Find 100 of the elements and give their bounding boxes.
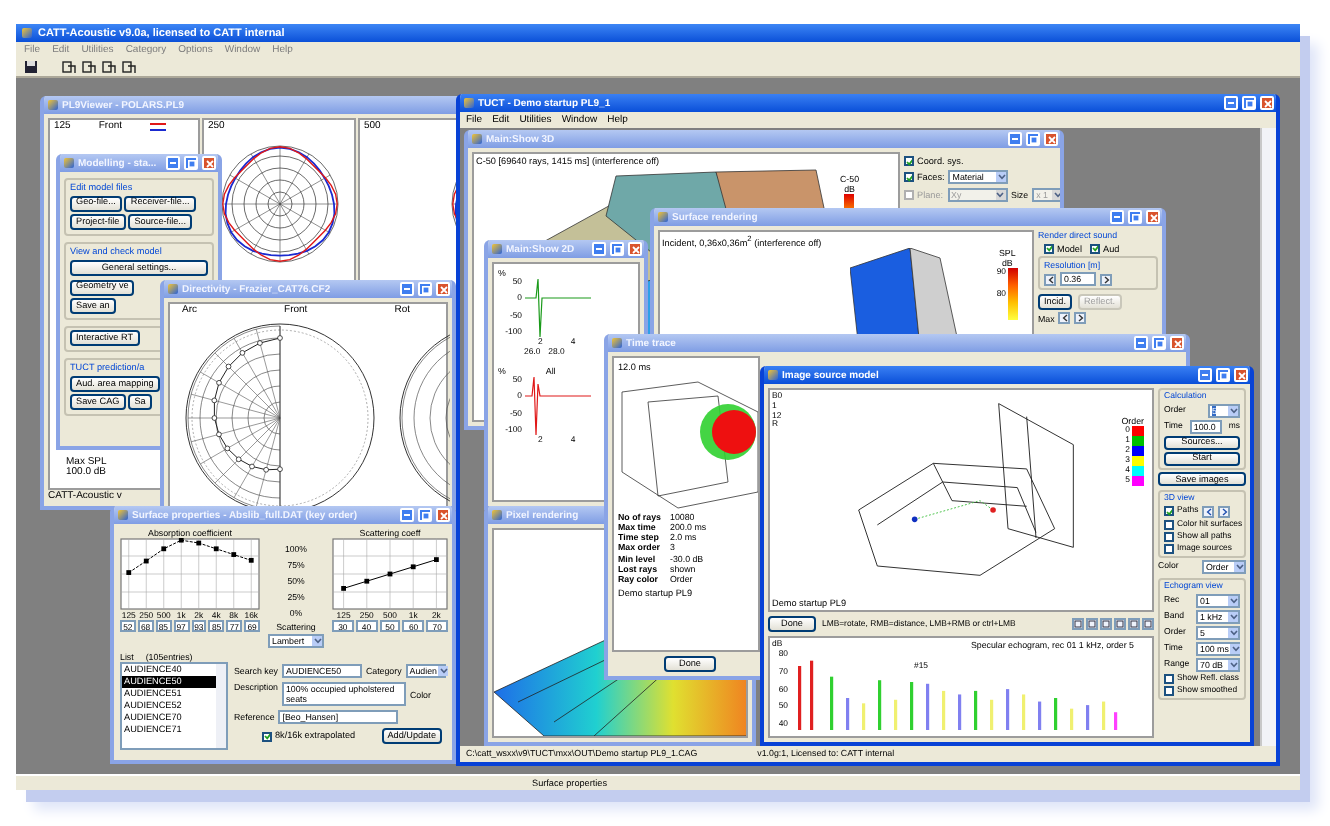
caret-icon — [1229, 629, 1237, 636]
maximize-button[interactable] — [1242, 96, 1256, 110]
square-icon — [1102, 620, 1110, 628]
data-point — [364, 578, 370, 584]
maximize-button[interactable] — [1216, 368, 1230, 382]
close-button[interactable] — [436, 508, 450, 522]
caret-icon — [1053, 192, 1060, 199]
close-icon — [1047, 135, 1055, 143]
checkmark-icon — [1166, 507, 1172, 516]
caret-icon — [1229, 661, 1237, 668]
caret-icon — [1229, 597, 1237, 604]
toolbar-icon[interactable] — [62, 60, 76, 74]
maximize-button[interactable] — [1026, 132, 1040, 146]
close-button[interactable] — [202, 156, 216, 170]
maximize-button[interactable] — [1152, 336, 1166, 350]
checkbox[interactable] — [262, 731, 272, 742]
square-icon — [1088, 620, 1096, 628]
maximize-button[interactable] — [418, 282, 432, 296]
maximize-icon — [187, 159, 195, 167]
toolbar-icon[interactable] — [82, 60, 96, 74]
checkbox[interactable] — [1164, 531, 1174, 542]
checkbox[interactable] — [1164, 543, 1174, 554]
increase-button[interactable] — [1100, 273, 1112, 286]
maximize-button[interactable] — [418, 508, 432, 522]
checkmark-icon — [1046, 244, 1052, 253]
chevron-right-icon — [1221, 507, 1228, 516]
checkbox[interactable] — [1164, 673, 1174, 684]
data-point — [143, 558, 149, 564]
minimize-button[interactable] — [400, 508, 414, 522]
app-icon — [22, 28, 32, 38]
toolbar-icon[interactable] — [122, 60, 136, 74]
square-icon — [1130, 620, 1138, 628]
minimize-button[interactable] — [1134, 336, 1148, 350]
close-button[interactable] — [1146, 210, 1160, 224]
square-icon — [1116, 620, 1124, 628]
maximize-button[interactable] — [1128, 210, 1142, 224]
decrease-button[interactable] — [1044, 273, 1056, 286]
caret-icon — [1229, 613, 1237, 620]
window-icon — [658, 212, 668, 222]
chevron-left-icon — [1205, 507, 1212, 516]
next-button[interactable] — [1218, 505, 1231, 518]
square-icon — [1074, 620, 1082, 628]
scrollbar[interactable] — [1260, 128, 1276, 746]
checkbox[interactable] — [1090, 243, 1101, 254]
window-icon — [464, 98, 474, 108]
checkbox[interactable] — [904, 156, 914, 167]
close-button[interactable] — [1260, 96, 1274, 110]
caret-icon — [439, 668, 448, 675]
toolbar-icon[interactable] — [102, 60, 116, 74]
checkbox[interactable] — [1164, 685, 1174, 696]
minimize-button[interactable] — [1008, 132, 1022, 146]
maximize-icon — [1131, 213, 1139, 221]
minimize-icon — [1202, 374, 1208, 376]
close-button[interactable] — [1044, 132, 1058, 146]
close-icon — [1237, 371, 1245, 379]
maximize-icon — [1029, 135, 1037, 143]
window-icon — [118, 510, 128, 520]
checkbox[interactable] — [904, 172, 914, 183]
decrease-button[interactable] — [1058, 312, 1071, 325]
close-button[interactable] — [436, 282, 450, 296]
minimize-button[interactable] — [1110, 210, 1124, 224]
maximize-icon — [1219, 371, 1227, 379]
minimize-button[interactable] — [1224, 96, 1238, 110]
coefficient-line — [343, 559, 437, 590]
previous-button[interactable] — [1202, 505, 1215, 518]
data-point — [178, 538, 184, 543]
close-button[interactable] — [1170, 336, 1184, 350]
save-icon[interactable] — [24, 60, 38, 74]
minimize-icon — [1228, 102, 1234, 104]
minimize-button[interactable] — [166, 156, 180, 170]
data-point — [410, 564, 416, 570]
caret-icon — [313, 638, 321, 645]
data-point — [126, 570, 132, 576]
increase-button[interactable] — [1074, 312, 1087, 325]
coefficient-line — [128, 539, 252, 574]
minimize-button[interactable] — [1198, 368, 1212, 382]
maximize-button[interactable] — [610, 242, 624, 256]
close-button[interactable] — [628, 242, 642, 256]
data-point — [213, 546, 219, 552]
data-point — [196, 540, 202, 546]
scrollbar[interactable] — [216, 664, 226, 749]
close-icon — [205, 159, 213, 167]
minimize-button[interactable] — [400, 282, 414, 296]
checkbox[interactable] — [1044, 243, 1054, 254]
signal-trace-drawing — [524, 375, 592, 436]
legend-icon — [150, 122, 167, 134]
square-icon — [1144, 620, 1152, 628]
window-icon — [48, 100, 58, 110]
minimize-icon — [404, 288, 410, 290]
checkbox[interactable] — [1164, 519, 1174, 530]
checkbox[interactable] — [1164, 506, 1174, 517]
close-button[interactable] — [1234, 368, 1248, 382]
caret-icon — [1235, 564, 1243, 571]
data-point — [161, 546, 167, 552]
minimize-button[interactable] — [592, 242, 606, 256]
maximize-button[interactable] — [184, 156, 198, 170]
maximize-icon — [421, 285, 429, 293]
signal-trace-drawing — [524, 278, 592, 339]
color-scale — [1008, 267, 1018, 320]
close-icon — [439, 285, 447, 293]
